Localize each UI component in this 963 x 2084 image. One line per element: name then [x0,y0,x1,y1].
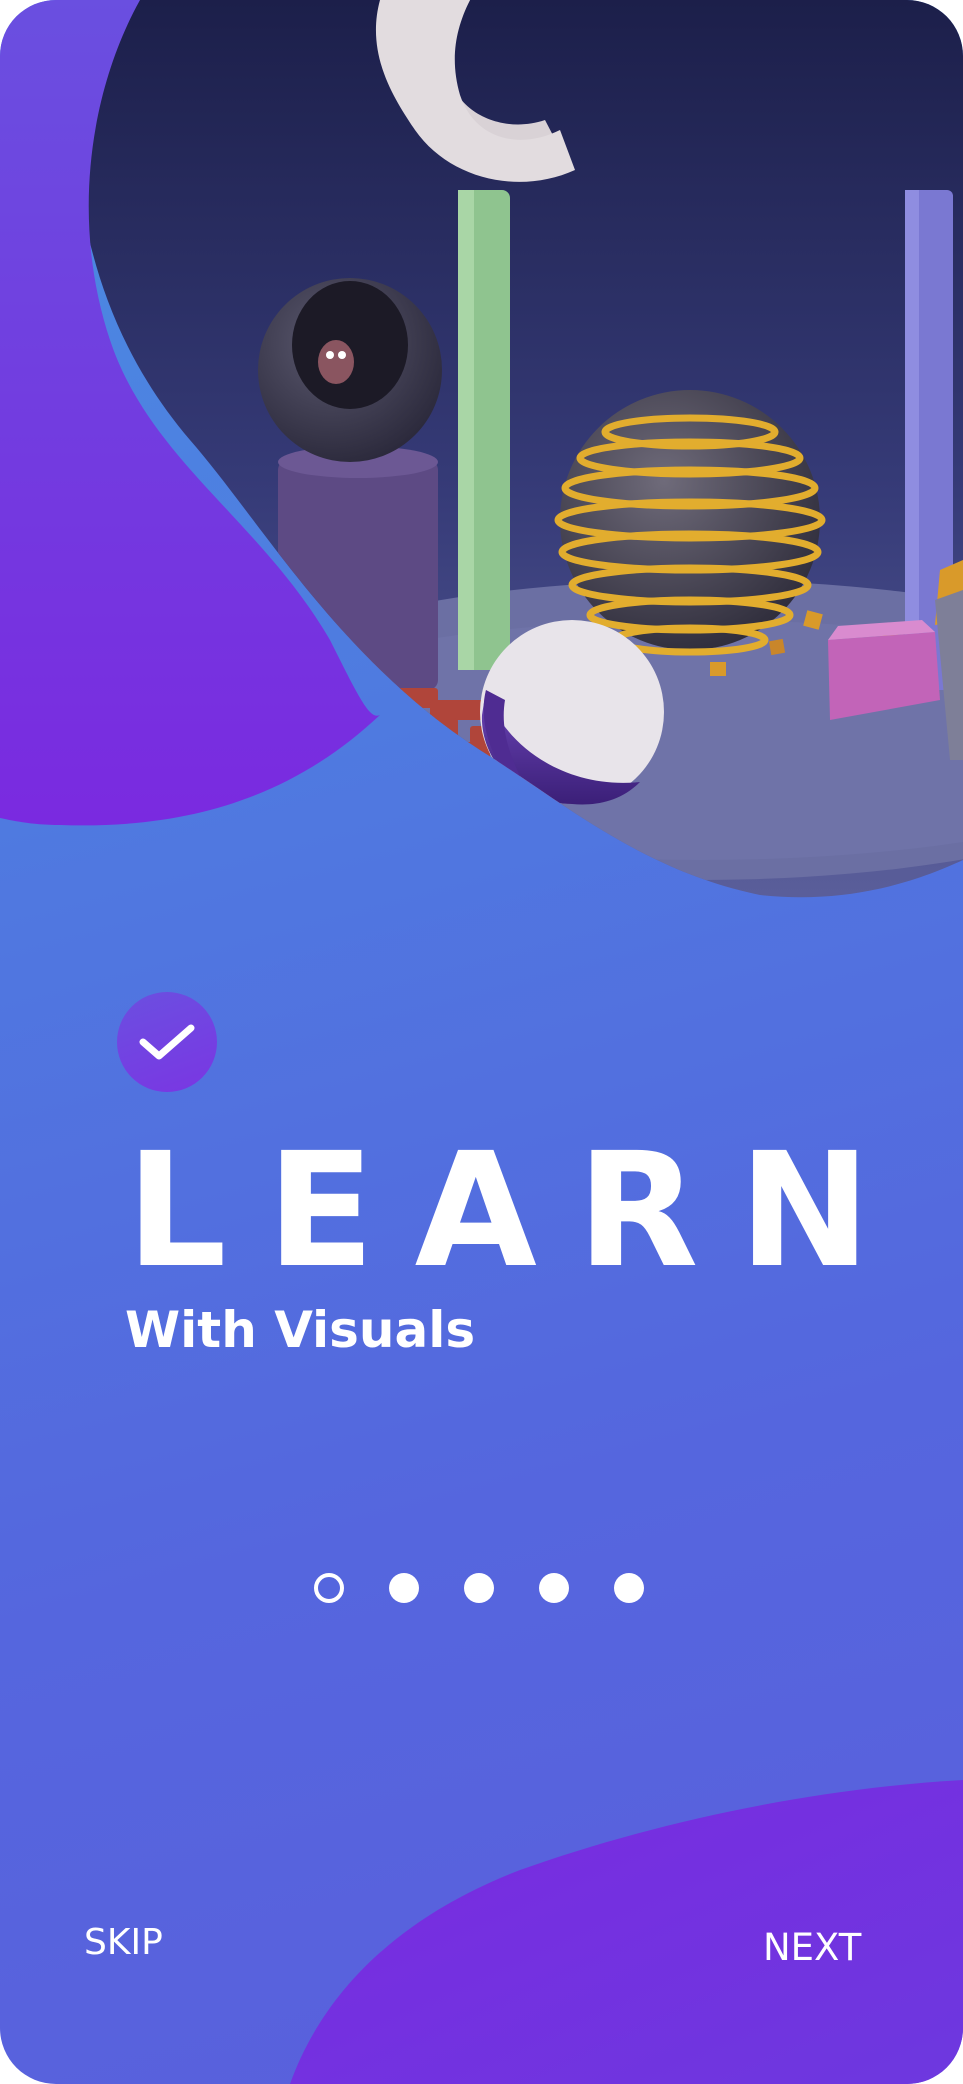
checkmark-badge [117,992,217,1092]
pagination-dot-5[interactable] [614,1573,644,1603]
onboarding-screen: LEARN With Visuals SKIP NEXT [0,0,963,2084]
page-title: LEARN [126,1119,911,1303]
pagination-dot-1[interactable] [314,1573,344,1603]
skip-button[interactable]: SKIP [84,1925,163,1961]
pagination-dot-2[interactable] [389,1573,419,1603]
pagination-dot-4[interactable] [539,1573,569,1603]
checkmark-icon [139,1024,195,1060]
page-subtitle: With Visuals [125,1301,476,1359]
hero-illustration [0,0,963,898]
pagination-dot-3[interactable] [464,1573,494,1603]
next-button[interactable]: NEXT [763,1929,861,1966]
pagination-dots [314,1573,644,1607]
